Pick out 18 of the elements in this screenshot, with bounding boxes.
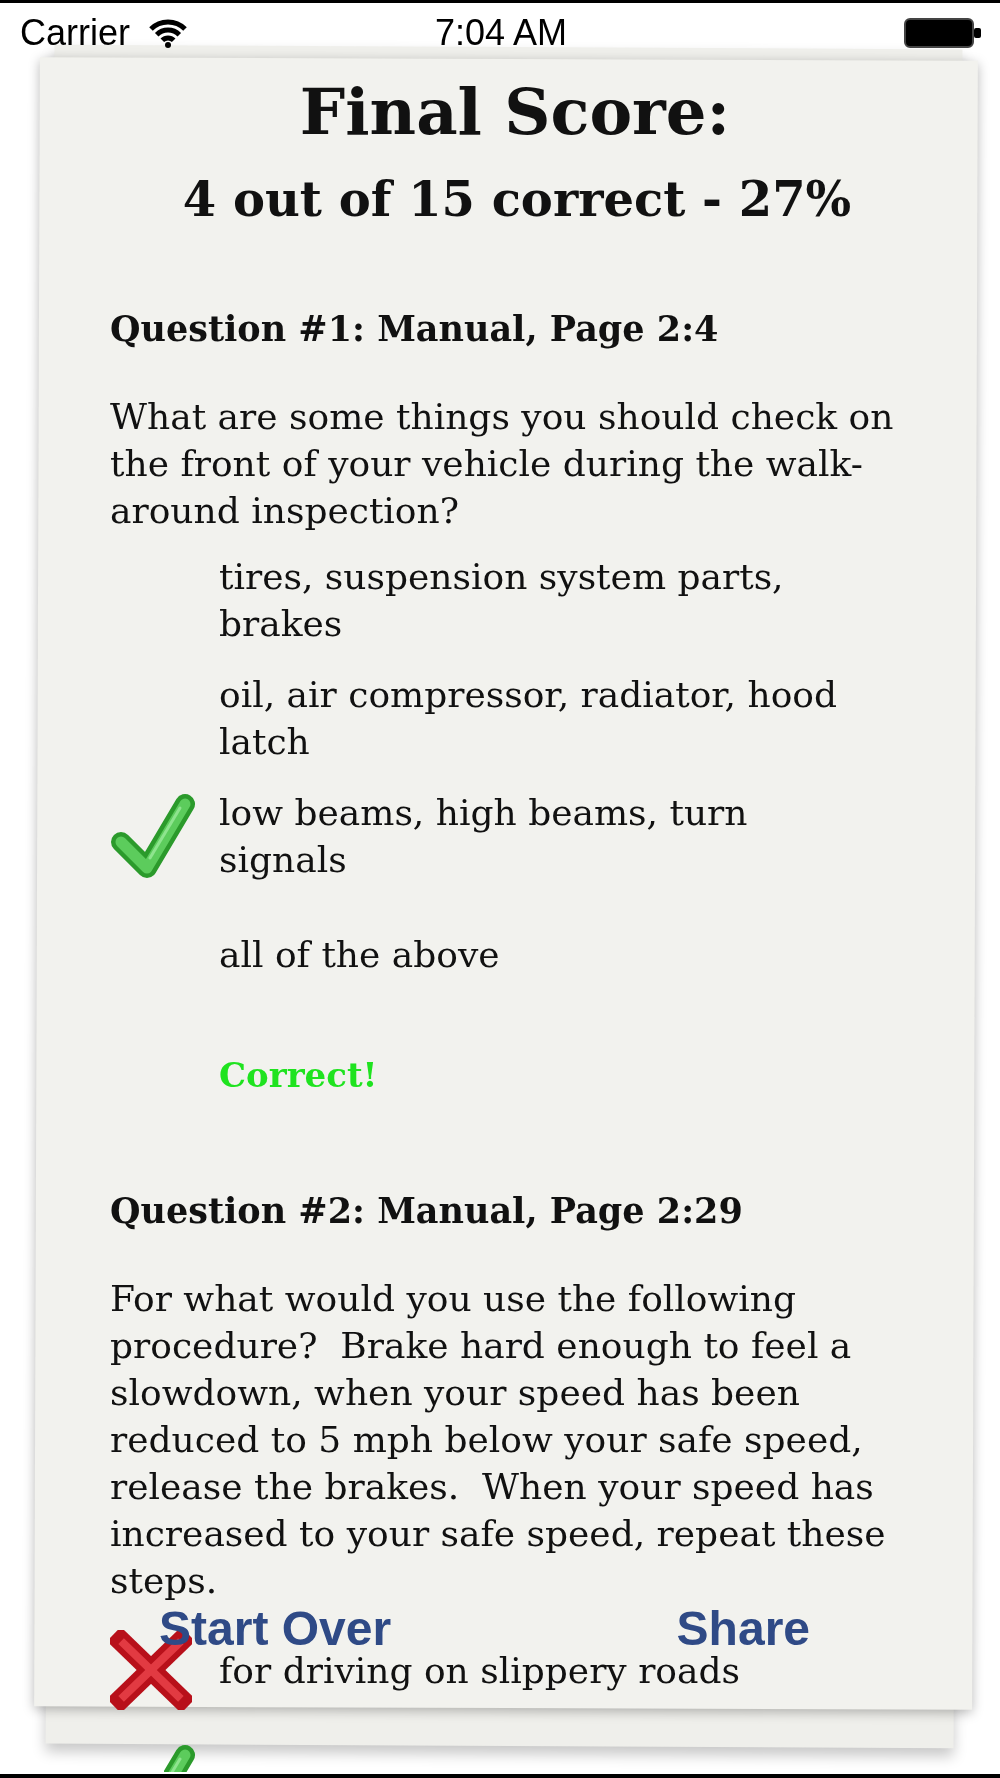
share-button[interactable]: Share <box>676 1608 810 1650</box>
status-time: 7:04 AM <box>434 13 568 53</box>
start-over-button[interactable]: Start Over <box>159 1608 392 1650</box>
question-heading: Question #2: Manual, Page 2:29 <box>110 1190 743 1232</box>
score-title: Final Score: <box>298 77 731 147</box>
battery-icon <box>904 18 982 48</box>
carrier-name: Carrier <box>20 13 130 53</box>
result-text: Correct! <box>219 1055 378 1095</box>
answer-text: oil, air compressor, radiator, hood latch <box>219 673 839 764</box>
question-text: For what would you use the following procedure? Brake hard enough to feel a slowdown, when your speed has been reduced to 5 mph below your safe speed, release the brakes. When your speed has increased to your safe speed, repeat these steps. <box>110 1277 887 1603</box>
score-summary: 4 out of 15 correct - 27% <box>181 171 852 227</box>
answer-text: all of the above <box>219 932 501 977</box>
question-heading: Question #1: Manual, Page 2:4 <box>110 308 719 350</box>
wifi-icon <box>148 18 188 48</box>
answer-text: for driving on slippery roads <box>219 1648 741 1693</box>
answer-text: tires, suspension system parts, brakes <box>219 555 785 646</box>
question-text: What are some things you should check on the front of your vehicle during the walk-around inspection? <box>110 395 895 533</box>
answer-text: low beams, high beams, turn signals <box>219 791 749 882</box>
